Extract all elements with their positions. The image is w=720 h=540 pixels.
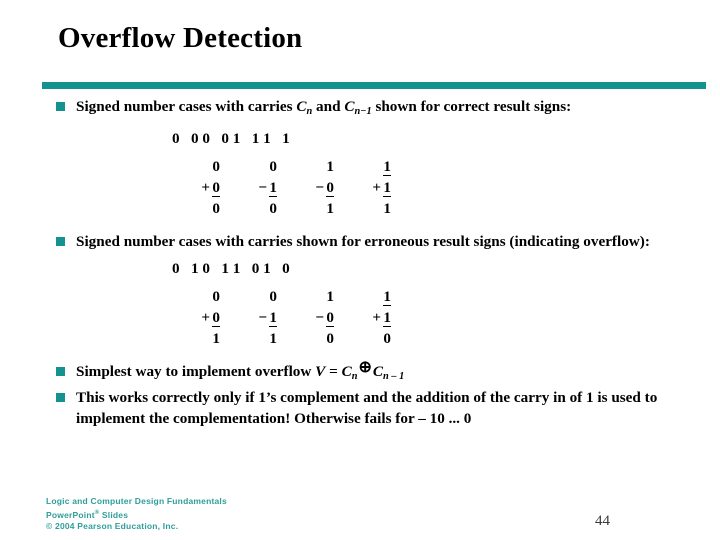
bullet1-post: shown for correct result signs: — [371, 98, 572, 115]
bullet1-var1: C — [296, 98, 307, 115]
arithmetic-block-overflow: 0 +0 1 0 −1 1 1 −0 0 1 +1 0 — [172, 286, 714, 349]
page-number: 44 — [595, 513, 610, 529]
square-bullet-icon — [56, 102, 65, 111]
operand-bottom: +1 — [343, 307, 391, 328]
operand-top: 0 — [269, 157, 277, 175]
arith-column: 1 −0 0 — [286, 286, 343, 349]
operand-top: 1 — [343, 286, 391, 307]
page-title: Overflow Detection — [58, 22, 303, 54]
operator-sign: + — [372, 308, 382, 326]
result-digit: 1 — [326, 199, 334, 217]
result-digit: 1 — [212, 329, 220, 347]
bullet1-pre: Signed number cases with carries — [76, 98, 297, 115]
operand-bottom: −0 — [286, 307, 334, 328]
carry-row-overflow: 0 1 0 1 1 0 1 0 — [172, 259, 290, 277]
operand-digit: 0 — [212, 178, 220, 197]
bullet3-pre: Simplest way to implement overflow — [76, 362, 316, 380]
footer-slides: Slides — [99, 509, 129, 520]
bullet3-var2-sub: n – 1 — [383, 370, 405, 382]
operator-sign: + — [201, 178, 211, 196]
operand-digit: 1 — [383, 178, 391, 197]
arith-column: 1 +1 1 — [343, 156, 400, 219]
operand-top: 1 — [326, 287, 334, 305]
bullet1-mid: and — [312, 98, 345, 115]
arithmetic-block-correct: 0 +0 0 0 −1 0 1 −0 1 1 +1 1 — [172, 156, 714, 219]
bullet-item-works-correctly: This works correctly only if 1’s complem… — [42, 387, 714, 429]
footer-copyright: © 2004 Pearson Education, Inc. — [46, 520, 179, 531]
result-digit: 0 — [326, 329, 334, 347]
operand-digit: 0 — [326, 178, 334, 197]
operand-digit: 0 — [326, 308, 334, 327]
result-digit: 0 — [383, 329, 391, 347]
bullet-text-erroneous-signs: Signed number cases with carries shown f… — [76, 232, 650, 250]
square-bullet-icon — [56, 366, 65, 376]
footer-line-1: Logic and Computer Design Fundamentals — [46, 496, 227, 506]
square-bullet-icon — [56, 236, 65, 246]
slide: Overflow Detection Signed number cases w… — [0, 0, 720, 540]
slide-body: Signed number cases with carries Cn and … — [42, 96, 714, 429]
result-digit: 1 — [383, 199, 391, 217]
operand-bottom: −1 — [229, 307, 277, 328]
footer-line-2: PowerPoint® Slides — [46, 508, 227, 521]
title-divider-rule — [42, 82, 706, 89]
footer-attribution: Logic and Computer Design Fundamentals P… — [46, 496, 227, 532]
result-digit: 0 — [269, 199, 277, 217]
operand-digit: 1 — [383, 308, 391, 327]
operand-bottom: +1 — [343, 177, 391, 198]
operand-top: 0 — [212, 157, 220, 175]
operator-sign: − — [258, 178, 268, 196]
operator-sign: − — [315, 178, 325, 196]
operator-sign: + — [201, 308, 211, 326]
square-bullet-icon — [56, 392, 65, 402]
operator-sign: + — [372, 178, 382, 196]
arith-column: 0 +0 1 — [172, 286, 229, 349]
arith-column: 1 −0 1 — [286, 156, 343, 219]
operand-bottom: +0 — [172, 177, 220, 198]
carry-row-correct: 0 0 0 0 1 1 1 1 — [172, 129, 290, 147]
arith-column: 1 +1 0 — [343, 286, 400, 349]
operand-digit: 1 — [269, 308, 277, 327]
operand-top: 0 — [269, 287, 277, 305]
arith-column: 0 −1 1 — [229, 286, 286, 349]
bullet3-var1: C — [341, 362, 352, 380]
bullet-item-erroneous-signs: Signed number cases with carries shown f… — [42, 231, 714, 252]
bullet3-v: V — [315, 362, 326, 380]
operator-sign: − — [315, 308, 325, 326]
bullet-text-correct-signs: Signed number cases with carries Cn and … — [76, 96, 714, 122]
bullet3-eq: = — [325, 362, 342, 380]
bullet1-var2-sub: n−1 — [354, 105, 372, 117]
operand-digit: 1 — [269, 178, 277, 197]
operand-digit: 1 — [383, 157, 391, 176]
operand-bottom: +0 — [172, 307, 220, 328]
result-digit: 0 — [212, 199, 220, 217]
bullet3-var2: C — [372, 362, 383, 380]
operator-sign: − — [258, 308, 268, 326]
operand-bottom: −0 — [286, 177, 334, 198]
bullet-text-simplest-way: Simplest way to implement overflow V = C… — [76, 359, 714, 387]
footer-powerpoint: PowerPoint — [46, 509, 95, 520]
operand-digit: 1 — [383, 287, 391, 306]
xor-operator-icon: ⊕ — [358, 359, 372, 377]
operand-top: 0 — [212, 287, 220, 305]
result-digit: 1 — [269, 329, 277, 347]
bullet-item-simplest-way: Simplest way to implement overflow V = C… — [42, 359, 714, 387]
operand-top: 1 — [343, 156, 391, 177]
bullet1-var2: C — [344, 98, 355, 115]
bullet-text-works-correctly: This works correctly only if 1’s complem… — [76, 388, 658, 427]
arith-column: 0 −1 0 — [229, 156, 286, 219]
operand-bottom: −1 — [229, 177, 277, 198]
operand-top: 1 — [326, 157, 334, 175]
bullet-item-correct-signs: Signed number cases with carries Cn and … — [42, 96, 714, 122]
operand-digit: 0 — [212, 308, 220, 327]
arith-column: 0 +0 0 — [172, 156, 229, 219]
